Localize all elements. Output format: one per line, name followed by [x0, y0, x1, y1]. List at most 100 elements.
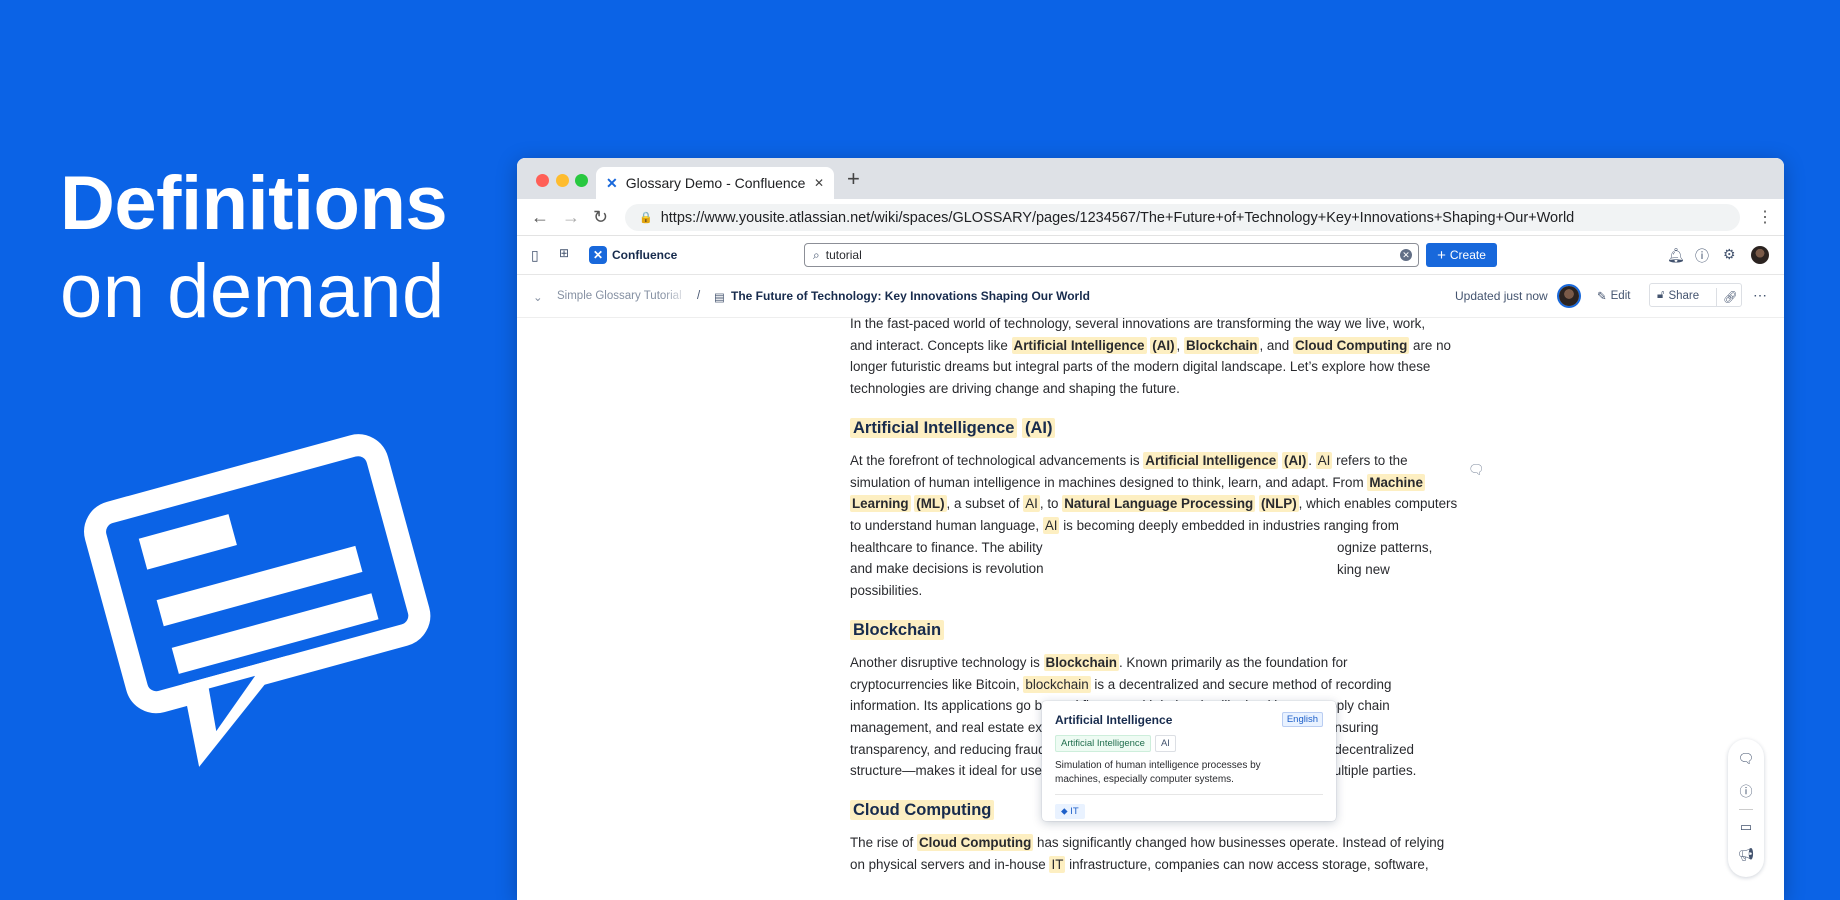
- glossary-term-highlight[interactable]: AI: [1023, 495, 1040, 513]
- glossary-term-highlight[interactable]: (AI): [1150, 336, 1177, 354]
- confluence-favicon-icon: ✕: [606, 174, 618, 191]
- text: Another disruptive technology is: [850, 655, 1044, 670]
- text: healthcare to finance. The ability: [850, 539, 1043, 555]
- glossary-term-highlight[interactable]: Machine: [1367, 473, 1425, 491]
- glossary-term-highlight[interactable]: Learning: [850, 495, 911, 513]
- chevron-down-icon[interactable]: ⌄: [533, 290, 543, 304]
- close-window-button[interactable]: [536, 174, 549, 187]
- text-line: and interact. Concepts like Artificial I…: [850, 335, 1451, 357]
- breadcrumb-space[interactable]: Simple Glossary Tutorial: [557, 290, 690, 302]
- reload-icon[interactable]: ↻: [593, 207, 608, 228]
- glossary-term-highlight[interactable]: Artificial Intelligence: [850, 418, 1018, 438]
- text: The rise of: [850, 835, 917, 850]
- text: on physical servers and in-house: [850, 856, 1050, 872]
- text-line: The rise of Cloud Computing has signific…: [850, 832, 1444, 854]
- category-tag[interactable]: ⬥ IT: [1055, 804, 1085, 819]
- create-button[interactable]: + Create: [1426, 243, 1497, 267]
- author-avatar[interactable]: [1559, 286, 1579, 306]
- more-actions-icon[interactable]: ⋯: [1753, 287, 1767, 304]
- maximize-window-button[interactable]: [575, 174, 588, 187]
- search-value: tutorial: [825, 248, 862, 262]
- glossary-term-highlight[interactable]: Cloud Computing: [1292, 336, 1410, 354]
- page-icon: ▤: [714, 292, 725, 304]
- glossary-term-highlight[interactable]: (ML): [914, 495, 947, 513]
- text-line: possibilities.: [850, 580, 1457, 602]
- forward-icon[interactable]: →: [562, 207, 580, 228]
- text: infrastructure, companies can now access…: [1065, 856, 1429, 872]
- comments-icon[interactable]: 🗨︎: [1728, 751, 1764, 767]
- info-icon[interactable]: ⓘ: [1728, 781, 1764, 800]
- glossary-term-highlight[interactable]: Artificial Intelligence: [1143, 452, 1279, 469]
- glossary-term-highlight[interactable]: Cloud Computing: [850, 800, 995, 820]
- glossary-term-highlight[interactable]: AI: [1315, 452, 1333, 469]
- settings-gear-icon[interactable]: ⚙: [1723, 246, 1736, 263]
- glossary-term-highlight[interactable]: Blockchain: [1184, 336, 1260, 354]
- floating-action-bar: 🗨︎ ⓘ ▭ 📢︎: [1728, 739, 1764, 877]
- abbreviation-tag[interactable]: AI: [1154, 735, 1176, 752]
- browser-menu-icon[interactable]: ⋮: [1757, 207, 1773, 227]
- tab-title: Glossary Demo - Confluence: [625, 175, 806, 191]
- video-icon[interactable]: ▭: [1728, 819, 1764, 835]
- paragraph-intro: In the fast-paced world of technology, s…: [850, 318, 1451, 400]
- glossary-term-highlight[interactable]: Blockchain: [850, 620, 945, 640]
- clear-search-icon[interactable]: ✕: [1400, 249, 1412, 261]
- glossary-term-highlight[interactable]: AI: [1042, 517, 1060, 535]
- user-avatar[interactable]: [1751, 246, 1769, 264]
- glossary-term-highlight[interactable]: Cloud Computing: [916, 834, 1034, 851]
- glossary-term-highlight[interactable]: Blockchain: [1043, 654, 1119, 671]
- search-input[interactable]: ⌕ tutorial ✕: [804, 243, 1419, 267]
- browser-tab[interactable]: ✕ Glossary Demo - Confluence ✕: [596, 167, 834, 199]
- divider: [1055, 794, 1323, 795]
- glossary-term-highlight[interactable]: (AI): [1281, 452, 1309, 469]
- brand-name[interactable]: Confluence: [612, 248, 677, 262]
- text: , a subset of: [946, 496, 1024, 512]
- text: technologies are driving change and shap…: [850, 381, 1180, 397]
- page-title: The Future of Technology: Key Innovation…: [731, 289, 1090, 303]
- glossary-speech-bubble-icon: [84, 434, 431, 767]
- new-tab-button[interactable]: +: [847, 166, 860, 192]
- language-badge[interactable]: English: [1281, 712, 1323, 727]
- divider: [1739, 809, 1753, 810]
- help-icon[interactable]: ⓘ: [1695, 246, 1709, 266]
- text-line: technologies are driving change and shap…: [850, 378, 1451, 400]
- text: cryptocurrencies like Bitcoin,: [850, 676, 1024, 692]
- glossary-term-highlight[interactable]: (AI): [1021, 418, 1056, 438]
- tab-bar: ✕ Glossary Demo - Confluence ✕ +: [517, 158, 1784, 199]
- share-button[interactable]: 🔓︎ Share: [1657, 289, 1699, 302]
- minimize-window-button[interactable]: [556, 174, 569, 187]
- glossary-term-highlight[interactable]: (NLP): [1258, 495, 1299, 513]
- text: longer futuristic dreams but integral pa…: [850, 359, 1431, 375]
- glossary-term-highlight[interactable]: Artificial Intelligence: [1011, 336, 1147, 354]
- announcement-icon[interactable]: 📢︎: [1728, 847, 1764, 863]
- app-switcher-icon[interactable]: ⊞: [559, 246, 569, 260]
- text: is a decentralized and secure method of …: [1090, 676, 1392, 692]
- text-line: In the fast-paced world of technology, s…: [850, 318, 1451, 335]
- text-line: Another disruptive technology is Blockch…: [850, 652, 1416, 674]
- page-header: ⌄ Simple Glossary Tutorial / ▤ The Futur…: [517, 275, 1784, 318]
- back-icon[interactable]: ←: [531, 207, 549, 228]
- notifications-bell-icon[interactable]: 🔔︎: [1667, 247, 1685, 264]
- inline-comment-icon[interactable]: 🗨︎: [1468, 462, 1485, 478]
- text-line: Artificial Intelligence (AI): [850, 418, 1056, 440]
- text: , which enables computers: [1298, 496, 1458, 512]
- edit-button[interactable]: ✎ Edit: [1597, 289, 1630, 303]
- term-tag[interactable]: Artificial Intelligence: [1055, 735, 1151, 752]
- text-line: to understand human language, AI is beco…: [850, 515, 1457, 537]
- text: ,: [1176, 337, 1184, 353]
- copy-link-icon[interactable]: 🔗︎: [1716, 288, 1738, 306]
- glossary-term-highlight[interactable]: IT: [1049, 855, 1066, 873]
- close-tab-icon[interactable]: ✕: [814, 176, 824, 190]
- glossary-term-highlight[interactable]: blockchain: [1023, 675, 1091, 693]
- text: and make decisions is revolution: [850, 561, 1044, 577]
- paragraph-cloud: The rise of Cloud Computing has signific…: [850, 832, 1444, 875]
- confluence-logo-icon[interactable]: ✕: [589, 246, 607, 264]
- create-label: Create: [1449, 248, 1486, 262]
- text: , and: [1259, 337, 1293, 353]
- url-input[interactable]: 🔒 https://www.yousite.atlassian.net/wiki…: [625, 204, 1740, 231]
- glossary-term-highlight[interactable]: Natural Language Processing: [1062, 495, 1256, 513]
- sidebar-toggle-icon[interactable]: ▯: [531, 247, 539, 264]
- text: possibilities.: [850, 583, 923, 599]
- lock-open-icon: 🔓︎: [1657, 289, 1665, 301]
- heading-cloud-computing: Cloud Computing: [850, 800, 995, 822]
- text: . Known primarily as the foundation for: [1118, 655, 1348, 670]
